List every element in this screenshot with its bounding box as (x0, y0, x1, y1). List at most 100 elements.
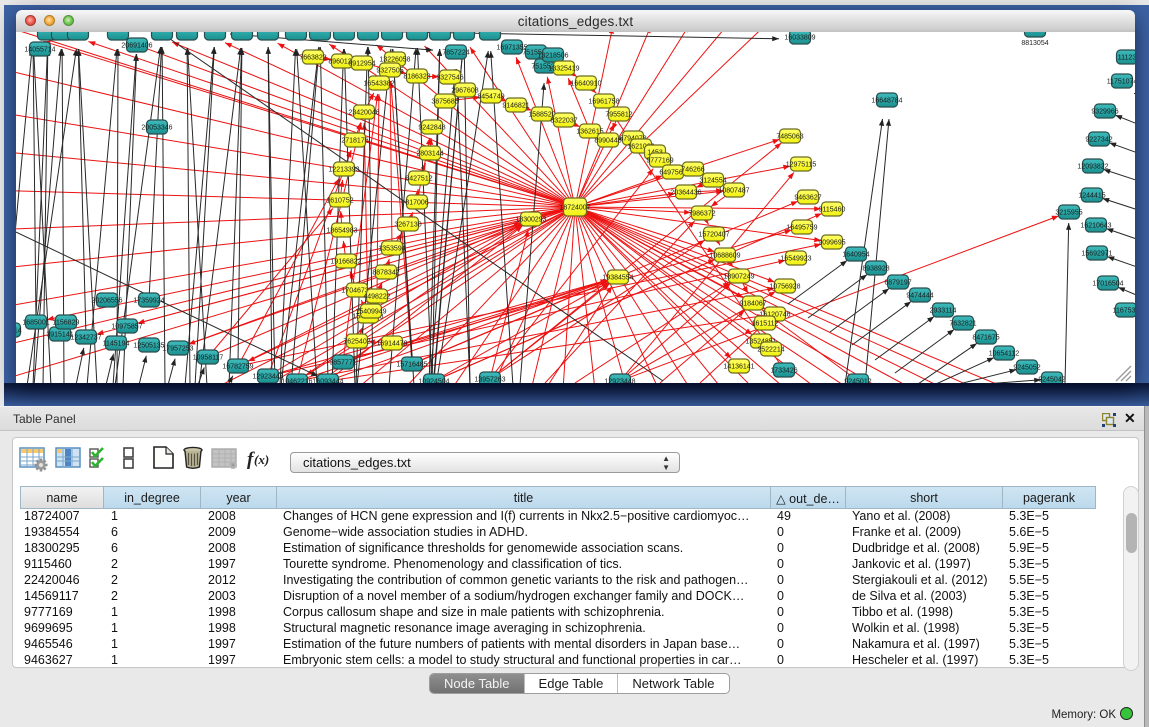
svg-text:391514: 391514 (16, 327, 22, 334)
svg-text:10688609: 10688609 (709, 252, 740, 259)
svg-text:12342737: 12342737 (70, 334, 101, 341)
svg-text:20053346: 20053346 (141, 124, 172, 131)
svg-text:7632821: 7632821 (949, 320, 976, 327)
svg-text:1244415: 1244415 (1078, 192, 1105, 199)
svg-text:3875685: 3875685 (431, 98, 458, 105)
svg-text:11751074: 11751074 (1107, 78, 1135, 85)
svg-text:8938928: 8938928 (862, 265, 889, 272)
svg-text:8454749: 8454749 (477, 93, 504, 100)
svg-text:3124554: 3124554 (699, 177, 726, 184)
svg-text:16782759: 16782759 (222, 363, 253, 370)
svg-text:9146821: 9146821 (502, 102, 529, 109)
svg-text:7625402: 7625402 (343, 338, 370, 345)
svg-text:14055714: 14055714 (24, 46, 55, 53)
svg-text:20364436: 20364436 (670, 189, 701, 196)
svg-text:18300293: 18300293 (515, 216, 546, 223)
svg-text:10924504: 10924504 (418, 378, 449, 383)
svg-text:15692971: 15692971 (1081, 250, 1112, 257)
svg-text:1610752: 1610752 (326, 197, 353, 204)
svg-text:9245012: 9245012 (844, 378, 871, 383)
svg-text:14136141: 14136141 (723, 363, 754, 370)
svg-text:12093822: 12093822 (1077, 163, 1108, 170)
svg-text:8990448: 8990448 (594, 137, 621, 144)
svg-text:2967608: 2967608 (451, 87, 478, 94)
svg-text:19384554: 19384554 (602, 274, 633, 281)
svg-text:1615112: 1615112 (752, 320, 779, 327)
svg-text:9184067: 9184067 (739, 300, 766, 307)
svg-text:17016504: 17016504 (1092, 280, 1123, 287)
svg-text:7857224: 7857224 (442, 49, 469, 56)
svg-text:1156829: 1156829 (53, 319, 80, 326)
svg-text:746266: 746266 (681, 166, 704, 173)
svg-text:16210643: 16210643 (1080, 222, 1111, 229)
svg-text:10958117: 10958117 (193, 354, 224, 361)
svg-text:23420046: 23420046 (348, 109, 379, 116)
svg-text:16495759: 16495759 (786, 224, 817, 231)
svg-text:10975857: 10975857 (111, 323, 142, 330)
svg-text:8912954: 8912954 (348, 60, 375, 67)
svg-text:10756928: 10756928 (769, 283, 800, 290)
svg-text:16033809: 16033809 (784, 34, 815, 41)
svg-text:9463627: 9463627 (794, 194, 821, 201)
svg-text:13226058: 13226058 (379, 56, 410, 63)
svg-text:7663822: 7663822 (299, 54, 326, 61)
svg-text:15720407: 15720407 (698, 231, 729, 238)
svg-text:9227342: 9227342 (1085, 136, 1112, 143)
svg-text:6879197: 6879197 (884, 279, 911, 286)
svg-text:8186323: 8186323 (403, 73, 430, 80)
svg-text:9857771: 9857771 (329, 359, 356, 366)
svg-text:2718176: 2718176 (341, 137, 368, 144)
svg-text:8878342: 8878342 (372, 269, 399, 276)
svg-text:10807487: 10807487 (718, 187, 749, 194)
svg-text:13218506: 13218506 (537, 52, 568, 59)
svg-text:9474444: 9474444 (906, 292, 933, 299)
svg-text:(x): (x) (254, 452, 269, 467)
svg-text:8427512: 8427512 (405, 175, 432, 182)
svg-text:12923448: 12923448 (252, 373, 283, 380)
svg-text:12923448: 12923448 (604, 378, 635, 383)
svg-text:1640954: 1640954 (842, 251, 869, 258)
svg-text:20206556: 20206556 (91, 297, 122, 304)
svg-text:4498222: 4498222 (363, 293, 390, 300)
svg-text:3215955: 3215955 (1055, 209, 1082, 216)
svg-text:17957253: 17957253 (162, 345, 193, 352)
svg-text:15716485: 15716485 (396, 361, 427, 368)
svg-text:1353594: 1353594 (378, 245, 405, 252)
svg-text:16640910: 16640910 (570, 80, 601, 87)
svg-text:10654112: 10654112 (989, 350, 1020, 357)
svg-text:9245042: 9245042 (1038, 376, 1065, 383)
svg-text:9777169: 9777169 (646, 157, 673, 164)
svg-text:9327505: 9327505 (376, 67, 403, 74)
svg-text:16549923: 16549923 (780, 255, 811, 262)
svg-text:7955812: 7955812 (605, 111, 632, 118)
svg-text:1733426: 1733426 (770, 367, 797, 374)
svg-text:3267130: 3267130 (394, 221, 421, 228)
svg-text:18724007: 18724007 (559, 204, 590, 211)
svg-text:8471675: 8471675 (972, 334, 999, 341)
svg-text:7485063: 7485063 (776, 133, 803, 140)
svg-text:12213393: 12213393 (328, 166, 359, 173)
svg-text:1167534: 1167534 (1113, 307, 1135, 314)
svg-text:19166822: 19166822 (330, 258, 361, 265)
svg-text:12975115: 12975115 (786, 161, 817, 168)
svg-text:13325419: 13325419 (548, 65, 579, 72)
svg-text:9329966: 9329966 (1091, 108, 1118, 115)
svg-text:17359924: 17359924 (133, 297, 164, 304)
svg-text:10462216: 10462216 (281, 378, 312, 383)
svg-text:9327546: 9327546 (436, 74, 463, 81)
svg-text:12505135: 12505135 (133, 342, 164, 349)
svg-text:16093444: 16093444 (312, 378, 343, 383)
svg-text:13957263: 13957263 (474, 376, 505, 383)
svg-text:8322037: 8322037 (550, 117, 577, 124)
svg-text:18654983: 18654983 (326, 227, 357, 234)
svg-text:7986372: 7986372 (688, 210, 715, 217)
svg-text:1685001: 1685001 (22, 319, 49, 326)
svg-text:9099695: 9099695 (818, 239, 845, 246)
svg-text:11123: 11123 (1118, 54, 1135, 61)
svg-text:16961758: 16961758 (588, 98, 619, 105)
svg-text:15409949: 15409949 (355, 308, 386, 315)
svg-text:16543382: 16543382 (363, 80, 394, 87)
svg-text:9115460: 9115460 (819, 206, 846, 213)
svg-text:9242848: 9242848 (418, 124, 445, 131)
svg-text:2933114: 2933114 (930, 307, 957, 314)
